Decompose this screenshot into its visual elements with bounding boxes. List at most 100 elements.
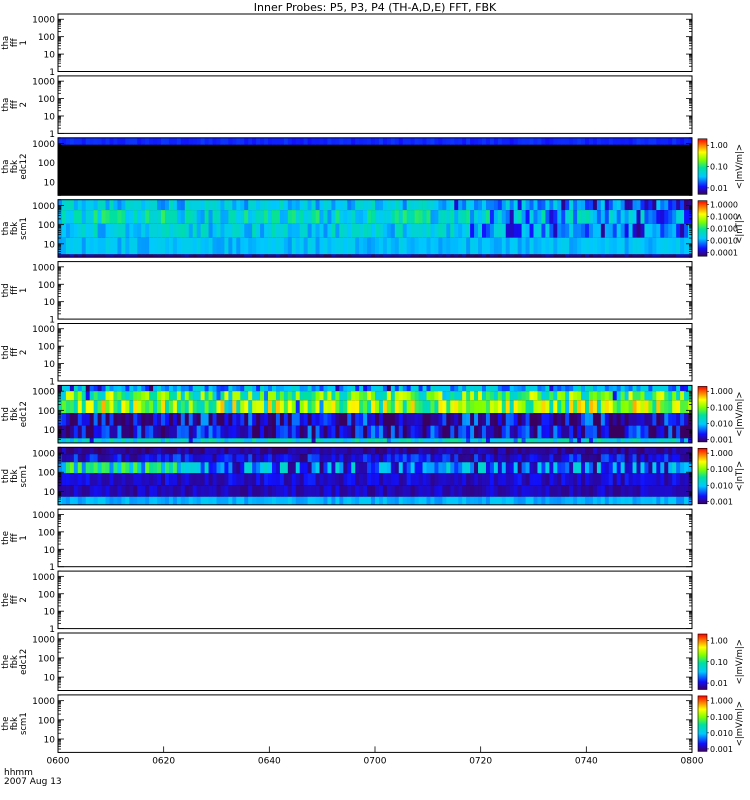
spectrogram-cell: [529, 400, 534, 413]
spectrogram-cell: [505, 425, 511, 439]
spectrogram-cell: [295, 462, 301, 474]
spectrogram-cell: [608, 223, 614, 238]
spectrogram-cell: [604, 485, 610, 497]
spectrogram-cell: [616, 237, 622, 255]
x-tick-label: 0800: [681, 756, 704, 766]
spectrogram-cell: [315, 413, 320, 426]
spectrogram-cell: [604, 413, 610, 426]
spectrogram-cell: [69, 496, 75, 505]
spectrogram-cell: [212, 199, 217, 211]
spectrogram-cell: [656, 210, 661, 224]
spectrogram-cell: [339, 237, 344, 255]
spectrogram-cell: [73, 210, 79, 224]
spectrogram-cell: [481, 438, 487, 443]
spectrogram-cell: [505, 210, 511, 224]
spectrogram-cell: [497, 438, 503, 443]
spectrogram-cell: [478, 391, 483, 401]
spectrogram-cell: [168, 438, 174, 443]
spectrogram-cell: [656, 425, 661, 439]
spectrogram-cell: [327, 385, 332, 392]
spectrogram-cell: [105, 391, 110, 401]
spectrogram-cell: [367, 385, 372, 392]
spectrogram-cell: [529, 425, 534, 439]
spectrogram-cell: [359, 485, 364, 497]
spectrogram-cell: [497, 425, 503, 439]
spectrogram-cell: [192, 199, 198, 211]
spectrogram-cell: [533, 385, 538, 392]
spectrogram-cell: [557, 454, 562, 463]
spectrogram-cell: [596, 137, 602, 145]
spectrogram-cell: [180, 199, 186, 211]
spectrogram-cell: [240, 391, 245, 401]
spectrogram-cell: [220, 137, 225, 145]
spectrogram-cell: [232, 400, 237, 413]
spectrogram-cell: [268, 210, 273, 224]
spectrogram-cell: [363, 223, 368, 238]
spectrogram-cell: [426, 199, 431, 211]
spectrogram-cell: [331, 223, 336, 238]
spectrogram-cell: [616, 413, 622, 426]
spectrogram-cell: [363, 454, 368, 463]
y-tick-label: 10: [44, 298, 56, 308]
spectrogram-cell: [319, 385, 324, 392]
spectrogram-cell: [121, 210, 126, 224]
spectrogram-cell: [188, 438, 194, 443]
spectrogram-cell: [268, 237, 273, 255]
spectrogram-cell: [592, 199, 598, 211]
spectrogram-cell: [398, 473, 404, 486]
spectrogram-cell: [493, 199, 499, 211]
spectrogram-cell: [501, 485, 507, 497]
spectrogram-cell: [517, 237, 523, 255]
spectrogram-cell: [557, 137, 562, 145]
spectrogram-cell: [478, 496, 483, 505]
spectrogram-cell: [537, 438, 542, 443]
spectrogram-cell: [517, 391, 523, 401]
spectrogram-cell: [553, 485, 558, 497]
spectrogram-cell: [636, 496, 641, 505]
spectrogram-cell: [660, 473, 665, 486]
spectrogram-cell: [157, 496, 162, 505]
spectrogram-cell: [105, 237, 110, 255]
spectrogram-cell: [541, 462, 546, 474]
spectrogram-cell: [69, 473, 75, 486]
spectrogram-cell: [569, 496, 574, 505]
spectrogram-cell: [553, 199, 558, 211]
panel-frame: [57, 75, 693, 134]
time-axis: 0600 0620 0640 0700 0720 0740 0800: [47, 746, 704, 766]
spectrogram-cell: [105, 137, 110, 145]
spectrogram-cell: [414, 462, 419, 474]
spectrogram-cell: [228, 425, 233, 439]
y-tick-label: 10: [44, 674, 56, 684]
spectrogram-cell: [612, 199, 618, 211]
spectrogram-cell: [616, 473, 622, 486]
y-tick-label: 1000: [32, 697, 55, 707]
spectrogram-cell: [573, 391, 578, 401]
spectrogram-cell: [450, 473, 455, 486]
spectrogram-cell: [644, 223, 649, 238]
spectrogram-cell: [61, 462, 67, 474]
spectrogram-cell: [474, 454, 479, 463]
spectrogram-cell: [505, 137, 511, 145]
spectrogram-cell: [216, 462, 221, 474]
spectrogram-cell: [553, 391, 558, 401]
spectrogram-cell: [616, 438, 622, 443]
spectrogram-cell: [153, 473, 158, 486]
spectrogram-cell: [497, 454, 503, 463]
spectrogram-cell: [505, 438, 511, 443]
spectrogram-cell: [549, 391, 554, 401]
spectrogram-cell: [264, 462, 269, 474]
spectrogram-cell: [204, 454, 209, 463]
spectrogram-cell: [557, 385, 562, 392]
spectrogram-cell: [192, 237, 198, 255]
spectrogram-cell: [161, 385, 166, 392]
spectrogram-cell: [363, 385, 368, 392]
spectrogram-cell: [430, 199, 435, 211]
spectrogram-cell: [648, 438, 653, 443]
spectrogram-cell: [378, 438, 384, 443]
spectrogram-cell: [660, 391, 665, 401]
spectrogram-cell: [256, 413, 261, 426]
spectrogram-cell: [275, 473, 281, 486]
spectrogram-cell: [145, 413, 150, 426]
spectrogram-cell: [339, 425, 344, 439]
spectrogram-cell: [537, 425, 542, 439]
